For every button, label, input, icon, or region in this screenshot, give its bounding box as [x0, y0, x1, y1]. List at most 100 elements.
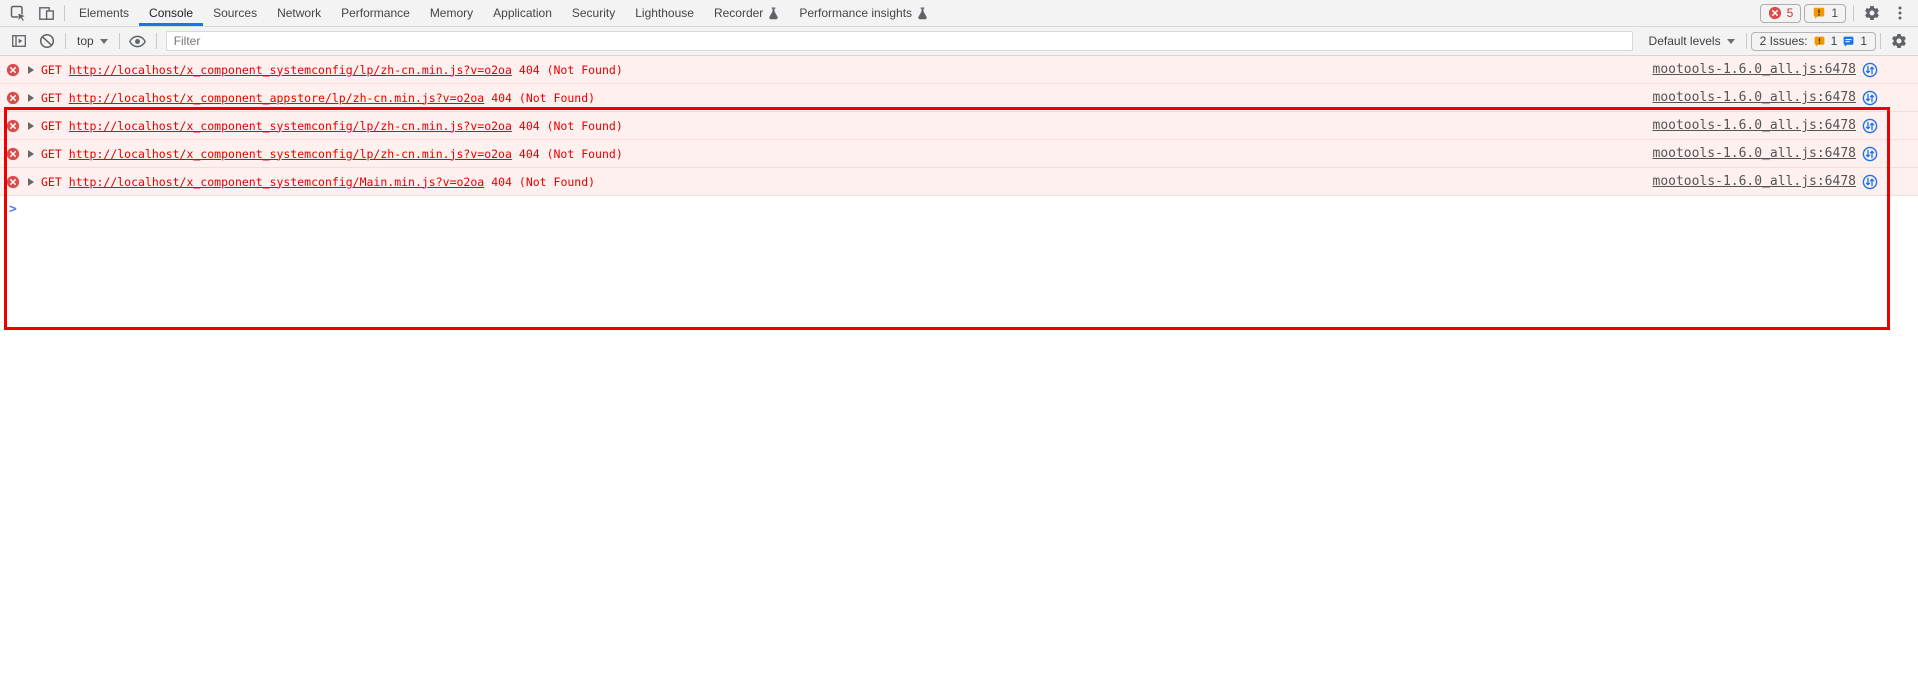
error-message-text: GET http://localhost/x_component_systemco… — [41, 175, 595, 189]
source-location-link[interactable]: mootools-1.6.0_all.js:6478 — [1653, 90, 1857, 105]
error-circle-icon — [1768, 6, 1782, 20]
request-initiator-icon[interactable] — [1862, 118, 1878, 134]
console-prompt[interactable]: > — [0, 196, 1918, 226]
message-bubble-icon — [1842, 35, 1855, 48]
tab-label: Sources — [213, 6, 258, 20]
device-toolbar-icon — [38, 5, 55, 22]
request-method: GET — [41, 174, 62, 189]
tab-performance[interactable]: Performance — [331, 0, 420, 26]
console-settings-button[interactable] — [1885, 28, 1913, 54]
context-label: top — [77, 34, 94, 48]
error-count-badge[interactable]: 5 — [1759, 3, 1802, 23]
chevron-down-icon — [1726, 38, 1735, 44]
error-icon — [6, 119, 20, 133]
experiment-flask-icon — [768, 7, 779, 20]
console-error-row: GET http://localhost/x_component_systemco… — [0, 112, 1918, 140]
clear-console-button[interactable] — [33, 28, 61, 54]
experiment-flask-icon — [917, 7, 928, 20]
console-prompt-chevron: > — [9, 202, 17, 217]
javascript-context-dropdown[interactable]: top — [70, 34, 115, 48]
gear-icon — [1891, 33, 1907, 49]
issues-label: 2 Issues: — [1759, 34, 1808, 48]
expand-arrow-icon[interactable] — [28, 65, 34, 74]
error-icon — [6, 63, 20, 77]
error-message-text: GET http://localhost/x_component_systemco… — [41, 63, 623, 77]
expand-arrow-icon[interactable] — [28, 121, 34, 130]
kebab-menu-icon — [1892, 5, 1908, 21]
create-live-expression-button[interactable] — [124, 28, 152, 54]
eye-icon — [129, 33, 147, 50]
tab-label: Network — [277, 6, 322, 20]
divider — [1853, 5, 1854, 21]
expand-arrow-icon[interactable] — [28, 93, 34, 102]
request-url-link[interactable]: http://localhost/x_component_systemconfi… — [69, 119, 512, 133]
error-message-text: GET http://localhost/x_component_appstore… — [41, 91, 595, 105]
more-options-button[interactable] — [1886, 0, 1914, 26]
status-text: 404 (Not Found) — [518, 118, 623, 133]
divider — [155, 33, 157, 49]
request-initiator-icon[interactable] — [1862, 90, 1878, 106]
inspect-cursor-icon — [10, 5, 27, 22]
status-text: 404 (Not Found) — [491, 174, 596, 189]
expand-arrow-icon[interactable] — [28, 149, 34, 158]
warning-bubble-icon — [1812, 6, 1826, 20]
source-location-link[interactable]: mootools-1.6.0_all.js:6478 — [1653, 62, 1857, 77]
status-text: 404 (Not Found) — [518, 62, 623, 77]
source-location-link[interactable]: mootools-1.6.0_all.js:6478 — [1653, 118, 1857, 133]
console-error-row: GET http://localhost/x_component_systemco… — [0, 56, 1918, 84]
tab-application[interactable]: Application — [483, 0, 562, 26]
request-initiator-icon[interactable] — [1862, 62, 1878, 78]
source-location-link[interactable]: mootools-1.6.0_all.js:6478 — [1653, 146, 1857, 161]
log-levels-dropdown[interactable]: Default levels — [1642, 34, 1742, 48]
tab-lighthouse[interactable]: Lighthouse — [625, 0, 704, 26]
tab-sources[interactable]: Sources — [203, 0, 267, 26]
tab-label: Security — [571, 6, 616, 20]
error-icon — [6, 175, 20, 189]
tab-elements[interactable]: Elements — [69, 0, 139, 26]
request-url-link[interactable]: http://localhost/x_component_appstore/lp… — [69, 91, 484, 105]
divider — [118, 33, 120, 49]
tab-network[interactable]: Network — [267, 0, 331, 26]
filter-input[interactable] — [165, 31, 1633, 51]
block-slash-icon — [39, 33, 55, 49]
tab-label: Memory — [429, 6, 474, 20]
tab-label: Recorder — [713, 6, 764, 20]
inspect-element-button[interactable] — [4, 0, 32, 26]
issues-counter[interactable]: 2 Issues: 1 1 — [1750, 31, 1876, 51]
sidebar-panel-icon — [11, 33, 27, 49]
console-toolbar: top Default levels 2 Issues: 1 1 — [0, 27, 1918, 56]
levels-label: Default levels — [1648, 34, 1721, 48]
warning-count-badge[interactable]: 1 — [1804, 3, 1846, 23]
request-initiator-icon[interactable] — [1862, 174, 1878, 190]
settings-button[interactable] — [1858, 0, 1886, 26]
toggle-device-toolbar-button[interactable] — [32, 0, 60, 26]
gear-icon — [1864, 5, 1880, 21]
request-url-link[interactable]: http://localhost/x_component_systemconfi… — [69, 147, 512, 161]
request-method: GET — [41, 62, 62, 77]
source-location-link[interactable]: mootools-1.6.0_all.js:6478 — [1653, 174, 1857, 189]
console-sidebar-toggle-button[interactable] — [5, 28, 33, 54]
request-url-link[interactable]: http://localhost/x_component_systemconfi… — [69, 175, 484, 189]
tab-label: Performance insights — [799, 6, 913, 20]
tab-memory[interactable]: Memory — [420, 0, 483, 26]
chevron-down-icon — [99, 38, 108, 44]
error-message-text: GET http://localhost/x_component_systemco… — [41, 147, 623, 161]
tab-console[interactable]: Console — [139, 0, 203, 26]
request-initiator-icon[interactable] — [1862, 146, 1878, 162]
tab-label: Elements — [79, 6, 130, 20]
tab-security[interactable]: Security — [562, 0, 625, 26]
divider — [65, 33, 66, 49]
tab-recorder[interactable]: Recorder — [704, 0, 789, 26]
request-method: GET — [41, 146, 62, 161]
console-error-row: GET http://localhost/x_component_systemco… — [0, 168, 1918, 196]
request-method: GET — [41, 90, 62, 105]
tab-performance-insights[interactable]: Performance insights — [789, 0, 938, 26]
console-error-row: GET http://localhost/x_component_appstore… — [0, 84, 1918, 112]
tab-label: Performance — [341, 6, 410, 20]
request-url-link[interactable]: http://localhost/x_component_systemconfi… — [69, 63, 512, 77]
warning-count: 1 — [1831, 6, 1838, 20]
error-count: 5 — [1786, 6, 1794, 20]
divider — [64, 5, 65, 21]
expand-arrow-icon[interactable] — [28, 177, 34, 186]
